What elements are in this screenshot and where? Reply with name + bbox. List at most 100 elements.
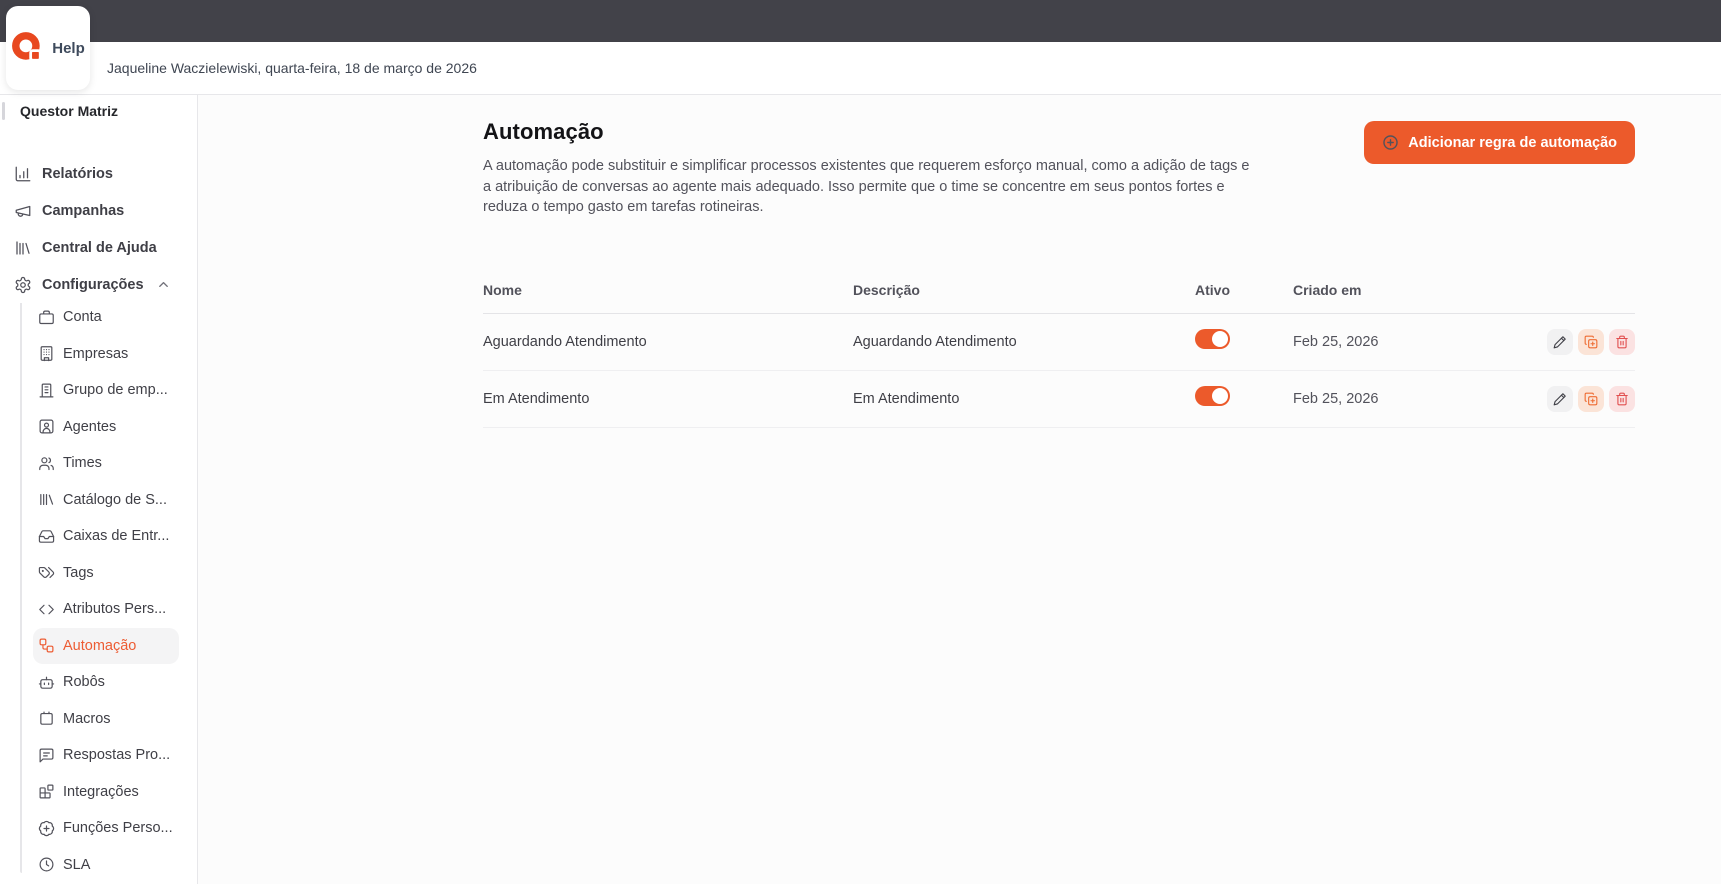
cell-created-at: Feb 25, 2026	[1293, 390, 1379, 407]
add-automation-rule-button[interactable]: Adicionar regra de automação	[1364, 121, 1635, 164]
column-header-descricao: Descrição	[853, 281, 920, 298]
sidebar-item-label: Macros	[63, 710, 111, 727]
users-icon	[38, 455, 55, 472]
sidebar-item-central-de-ajuda[interactable]: Central de Ajuda	[0, 229, 197, 266]
cell-name: Em Atendimento	[483, 390, 590, 407]
active-toggle[interactable]	[1195, 329, 1230, 350]
page-description: A automação pode substituir e simplifica…	[483, 158, 1250, 216]
app-logo[interactable]: Help	[6, 6, 90, 90]
sidebar-item-configuracoes[interactable]: Configurações	[0, 266, 197, 303]
sidebar-item-sla[interactable]: SLA	[33, 847, 179, 884]
plus-circle-icon	[1382, 134, 1399, 151]
chat-text-icon	[38, 747, 55, 764]
table-body: Aguardando Atendimento Aguardando Atendim…	[483, 314, 1635, 428]
trash-icon	[1615, 335, 1629, 349]
sidebar-item-tags[interactable]: Tags	[33, 555, 179, 592]
pencil-icon	[1553, 392, 1567, 406]
cell-name: Aguardando Atendimento	[483, 333, 647, 350]
sidebar-item-robos[interactable]: Robôs	[33, 664, 179, 701]
sidebar-item-funcoes-perso[interactable]: Funções Perso...	[33, 810, 179, 847]
edit-button[interactable]	[1547, 328, 1573, 355]
table-row: Em Atendimento Em Atendimento Feb 25, 2026	[483, 371, 1635, 428]
sidebar-item-times[interactable]: Times	[33, 445, 179, 482]
delete-button[interactable]	[1609, 328, 1635, 355]
sidebar-item-label: Caixas de Entr...	[63, 528, 170, 545]
copy-button[interactable]	[1578, 385, 1604, 412]
column-header-nome: Nome	[483, 281, 522, 298]
brand-help-label: Help	[52, 39, 85, 57]
sidebar-item-label: Relatórios	[42, 165, 113, 182]
account-name: Questor Matriz	[20, 103, 119, 119]
sidebar-item-label: Empresas	[63, 345, 129, 362]
user-date-line: Jaqueline Waczielewiski, quarta-feira, 1…	[107, 60, 477, 76]
sidebar-item-grupo-de-emp[interactable]: Grupo de emp...	[33, 372, 179, 409]
megaphone-icon	[14, 202, 32, 220]
copy-plus-icon	[1584, 392, 1598, 406]
automation-table: Nome Descrição Ativo Criado em Aguardand…	[483, 256, 1635, 428]
sidebar: Questor Matriz Relatórios Campanhas Centra…	[0, 95, 198, 884]
sidebar-item-label: Agentes	[63, 418, 117, 435]
sidebar-item-integracoes[interactable]: Integrações	[33, 774, 179, 811]
sidebar-item-empresas[interactable]: Empresas	[33, 336, 179, 373]
column-header-criado-em: Criado em	[1293, 281, 1362, 298]
building-icon	[38, 345, 55, 362]
sidebar-item-label: Grupo de emp...	[63, 382, 168, 399]
clock-icon	[38, 856, 55, 873]
sidebar-item-label: Robôs	[63, 674, 105, 691]
sidebar-item-automacao[interactable]: Automação	[33, 627, 179, 664]
buildings-icon	[38, 382, 55, 399]
macro-icon	[38, 710, 55, 727]
sidebar-item-label: Campanhas	[42, 202, 125, 219]
top-bar	[0, 0, 1721, 42]
sidebar-item-label: Configurações	[42, 276, 144, 293]
sidebar-top-nav: Relatórios Campanhas Central de Ajuda Confi…	[0, 155, 197, 303]
sidebar-item-label: Central de Ajuda	[42, 239, 157, 256]
sidebar-item-atributos-pers[interactable]: Atributos Pers...	[33, 591, 179, 628]
trash-icon	[1615, 392, 1629, 406]
active-toggle[interactable]	[1195, 386, 1230, 407]
copy-button[interactable]	[1578, 328, 1604, 355]
sidebar-item-label: Atributos Pers...	[63, 601, 167, 618]
sidebar-item-label: Integrações	[63, 783, 139, 800]
gear-icon	[14, 276, 32, 294]
scroll-indicator[interactable]	[2, 102, 5, 120]
sidebar-item-label: Tags	[63, 564, 94, 581]
sidebar-item-relatorios[interactable]: Relatórios	[0, 155, 197, 192]
sidebar-item-catalogo-de-s[interactable]: Catálogo de S...	[33, 482, 179, 519]
sidebar-settings-nav: Conta Empresas Grupo de emp... Agentes Times…	[20, 299, 197, 884]
briefcase-icon	[38, 309, 55, 326]
edit-button[interactable]	[1547, 385, 1573, 412]
sidebar-item-label: SLA	[63, 856, 91, 873]
sidebar-item-label: Catálogo de S...	[63, 491, 167, 508]
sidebar-item-agentes[interactable]: Agentes	[33, 409, 179, 446]
sub-header: Jaqueline Waczielewiski, quarta-feira, 1…	[0, 42, 1721, 95]
help-center-icon	[14, 239, 32, 257]
tags-icon	[38, 564, 55, 581]
sidebar-item-label: Conta	[63, 309, 102, 326]
add-button-label: Adicionar regra de automação	[1408, 134, 1617, 151]
pencil-icon	[1553, 335, 1567, 349]
blocks-icon	[38, 783, 55, 800]
badge-plus-icon	[38, 820, 55, 837]
sidebar-item-caixas-de-entr[interactable]: Caixas de Entr...	[33, 518, 179, 555]
cell-created-at: Feb 25, 2026	[1293, 333, 1379, 350]
workflow-icon	[38, 637, 55, 654]
catalog-icon	[38, 491, 55, 508]
questor-logo-icon	[11, 31, 45, 65]
code-icon	[38, 601, 55, 618]
cell-description: Aguardando Atendimento	[853, 333, 1017, 350]
chart-icon	[14, 165, 32, 183]
chevron-up-icon	[156, 277, 171, 292]
copy-plus-icon	[1584, 335, 1598, 349]
sidebar-item-label: Automação	[63, 637, 137, 654]
table-header-row: Nome Descrição Ativo Criado em	[483, 256, 1635, 314]
column-header-ativo: Ativo	[1195, 281, 1230, 298]
sidebar-item-conta[interactable]: Conta	[33, 299, 179, 336]
delete-button[interactable]	[1609, 385, 1635, 412]
cell-description: Em Atendimento	[853, 390, 960, 407]
sidebar-item-label: Funções Perso...	[63, 820, 173, 837]
sidebar-item-macros[interactable]: Macros	[33, 701, 179, 738]
sidebar-item-campanhas[interactable]: Campanhas	[0, 192, 197, 229]
inbox-icon	[38, 528, 55, 545]
sidebar-item-respostas-pro[interactable]: Respostas Pro...	[33, 737, 179, 774]
